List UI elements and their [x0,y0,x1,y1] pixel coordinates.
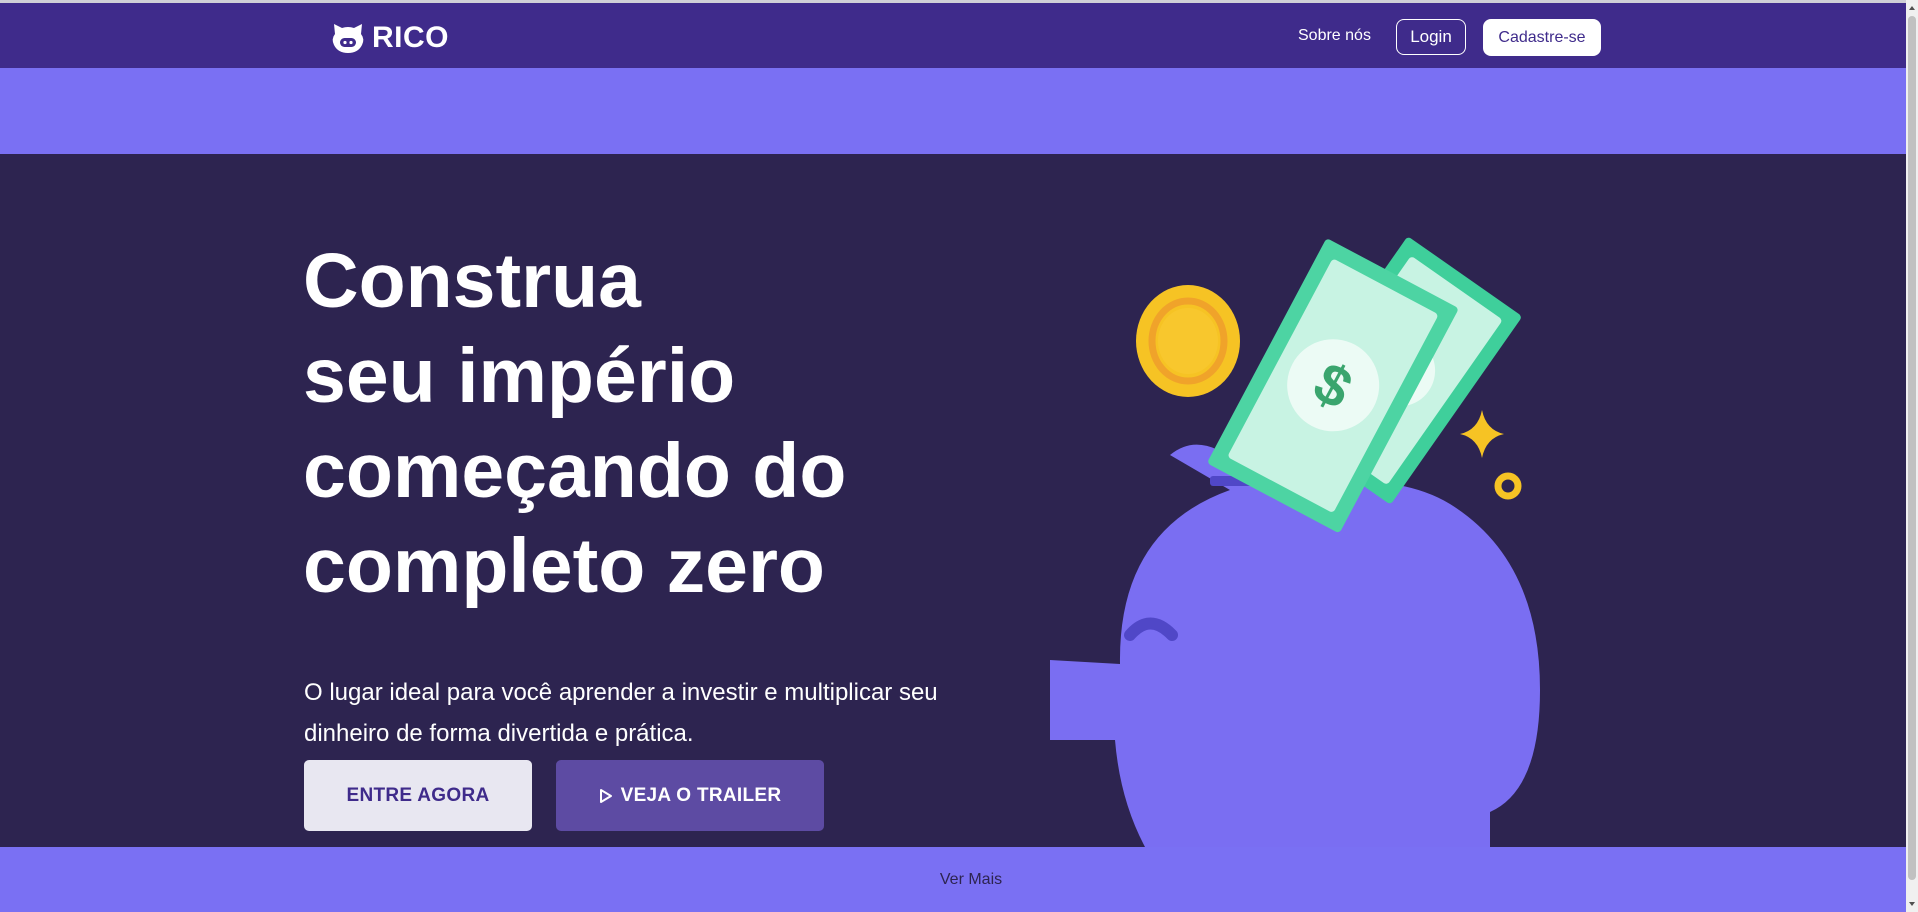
nav-link-about[interactable]: Sobre nós [1298,27,1371,45]
headline-line: Construa [303,238,641,324]
headline-line: começando do [303,428,847,514]
hero-headline: Construa seu império começando do comple… [303,234,963,614]
navbar: RICO Sobre nós Login Cadastre-se [0,3,1906,68]
login-button[interactable]: Login [1396,19,1466,55]
enter-now-button[interactable]: ENTRE AGORA [304,760,532,831]
headline-line: seu império [303,333,736,419]
brand-logo[interactable]: RICO [330,18,449,58]
vertical-scrollbar[interactable] [1906,0,1918,912]
scroll-down-arrow-icon[interactable] [1908,900,1916,908]
pig-logo-icon [332,24,364,53]
watch-trailer-button[interactable]: VEJA O TRAILER [556,760,824,831]
play-icon [599,788,612,803]
scroll-up-arrow-icon[interactable] [1908,4,1916,12]
piggy-bank-illustration: $ [1050,237,1540,847]
brand-name: RICO [372,21,449,54]
see-more-link[interactable]: Ver Mais [940,871,1002,889]
accent-band [0,68,1906,154]
see-more-bar: Ver Mais [0,847,1906,912]
headline-line: completo zero [303,523,825,609]
signup-button[interactable]: Cadastre-se [1483,19,1601,56]
scrollbar-thumb[interactable] [1908,16,1916,880]
hero-subtitle: O lugar ideal para você aprender a inves… [304,679,938,747]
watch-trailer-label: VEJA O TRAILER [620,784,782,806]
